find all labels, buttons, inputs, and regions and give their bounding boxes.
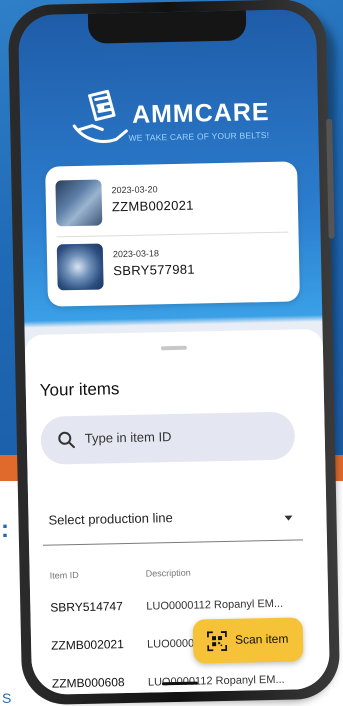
recent-items-card: 2023-03-20 ZZMB002021 2023-03-18 SBRY577… [45,161,300,307]
item-id-cell: ZZMB002021 [50,637,124,653]
qr-scan-icon [206,631,228,652]
recent-item-id: SBRY577981 [113,261,195,279]
belt-roll-thumbnail [56,243,104,291]
conveyor-thumbnail [55,179,103,227]
brand-logo: AMMCARE WE TAKE CARE OF YOUR BELTS! [67,82,278,156]
search-input[interactable]: Type in item ID [40,411,296,465]
select-value: Select production line [48,510,173,528]
recent-item[interactable]: 2023-03-20 ZZMB002021 [55,174,286,231]
sheet-drag-handle[interactable] [160,345,187,351]
column-header-description: Description [145,567,191,579]
description-cell: LUO0000112 Ropanyl EM... [146,597,284,613]
brand-name: AMMCARE [131,97,270,129]
app-screen: AMMCARE WE TAKE CARE OF YOUR BELTS! 2023… [17,8,331,696]
recent-item-date: 2023-03-20 [111,184,158,196]
item-id-cell: ZZMB000608 [51,675,125,691]
recent-item-id: ZZMB002021 [111,197,194,215]
production-line-select[interactable]: Select production line [42,497,303,546]
table-row[interactable]: ZZMB000608 LUO0000112 Ropanyl EM... [32,665,330,695]
recent-item[interactable]: 2023-03-18 SBRY577981 [56,238,288,295]
column-header-item-id: Item ID [49,570,79,581]
chevron-down-icon [284,515,293,521]
recent-item-date: 2023-03-18 [112,248,160,260]
belt-hand-logo-icon [72,89,128,143]
search-placeholder: Type in item ID [84,429,172,446]
search-icon [58,431,75,449]
phone-frame: AMMCARE WE TAKE CARE OF YOUR BELTS! 2023… [7,0,341,706]
background-colon-text: : [1,516,9,543]
brand-tagline: WE TAKE CARE OF YOUR BELTS! [128,129,270,143]
scan-item-button[interactable]: Scan item [192,617,304,664]
description-cell: LUO0000112 Ropanyl EM... [147,673,285,689]
phone-notch [87,10,247,44]
divider [56,231,289,238]
section-title: Your items [39,379,120,400]
scan-item-label: Scan item [234,631,289,647]
items-bottom-sheet: Your items Type in item ID Select produc… [24,328,331,696]
item-id-cell: SBRY514747 [50,599,123,615]
